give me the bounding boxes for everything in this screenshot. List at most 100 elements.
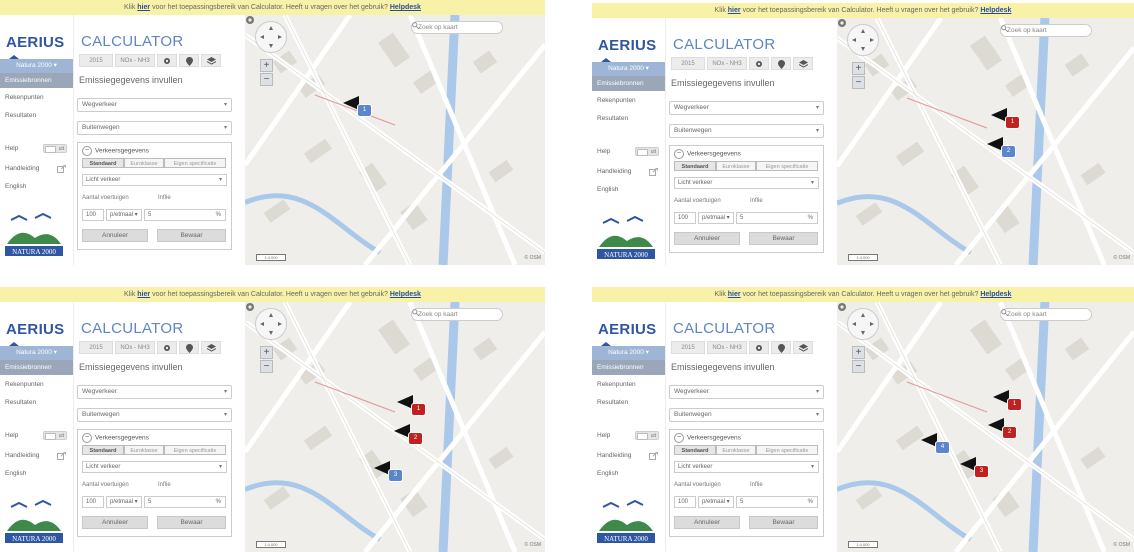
layers-button[interactable]: [793, 341, 813, 354]
nav-emissiebronnen[interactable]: Emissiebronnen: [592, 360, 665, 375]
manual-link[interactable]: Handleiding: [597, 168, 631, 175]
manual-row[interactable]: Handleiding: [597, 168, 661, 176]
banner-link[interactable]: hier: [728, 7, 741, 14]
source-marker[interactable]: 2: [408, 432, 423, 445]
map-search-input[interactable]: Zoek op kaart: [1000, 24, 1092, 37]
situation-selector[interactable]: Natura 2000 ▾: [0, 346, 73, 360]
traffic-header[interactable]: − Verkeersgegevens: [674, 433, 741, 443]
vehicle-count-input[interactable]: 100: [82, 496, 104, 508]
period-select[interactable]: p/etmaal ▾: [106, 496, 142, 508]
manual-row[interactable]: Handleiding: [5, 165, 69, 173]
share-input[interactable]: 5%: [144, 496, 226, 508]
tab-standaard[interactable]: Standaard: [82, 445, 124, 455]
helpdesk-link[interactable]: Helpdesk: [980, 7, 1011, 14]
nav-emissiebronnen[interactable]: Emissiebronnen: [0, 360, 73, 375]
helpdesk-link[interactable]: Helpdesk: [390, 4, 421, 11]
map-search-input[interactable]: Zoek op kaart: [411, 21, 503, 34]
helpdesk-link[interactable]: Helpdesk: [980, 291, 1011, 298]
zoom-in-button[interactable]: +: [852, 346, 865, 359]
save-button[interactable]: Bewaar: [157, 229, 226, 242]
location-button[interactable]: [771, 57, 791, 70]
banner-link[interactable]: hier: [728, 291, 741, 298]
tab-standaard[interactable]: Standaard: [674, 161, 716, 171]
share-input[interactable]: 5%: [144, 209, 226, 221]
tab-eigen-specificatie[interactable]: Eigen specificatie: [164, 158, 226, 168]
nav-rekenpunten[interactable]: Rekenpunten: [592, 93, 665, 108]
help-toggle[interactable]: uit: [635, 147, 659, 156]
map-view[interactable]: + − Zoek op kaart 1 1:4.000 © OSM: [245, 15, 545, 265]
nav-resultaten[interactable]: Resultaten: [0, 395, 73, 410]
layers-button[interactable]: [793, 57, 813, 70]
zoom-in-button[interactable]: +: [852, 62, 865, 75]
map-settings-icon[interactable]: [837, 302, 847, 312]
banner-link[interactable]: hier: [137, 4, 150, 11]
tab-standaard[interactable]: Standaard: [82, 158, 124, 168]
language-link[interactable]: English: [597, 470, 661, 477]
tab-euroklasse[interactable]: Eurоklasse: [124, 158, 164, 168]
substance-button[interactable]: NOx - NH3: [115, 54, 155, 67]
nav-rekenpunten[interactable]: Rekenpunten: [592, 377, 665, 392]
zoom-out-button[interactable]: −: [852, 76, 865, 89]
zoom-out-button[interactable]: −: [852, 360, 865, 373]
traffic-header[interactable]: − Verkeersgegevens: [82, 433, 149, 443]
manual-link[interactable]: Handleiding: [5, 165, 39, 172]
traffic-header[interactable]: − Verkeersgegevens: [82, 146, 149, 156]
help-toggle[interactable]: uit: [43, 431, 67, 440]
nav-emissiebronnen[interactable]: Emissiebronnen: [0, 73, 73, 88]
settings-button[interactable]: [749, 57, 769, 70]
map-view[interactable]: + − Zoek op kaart 1 2 3 4 1:4.000 © OSM: [837, 302, 1134, 552]
source-marker[interactable]: 3: [974, 465, 989, 478]
vehicle-count-input[interactable]: 100: [674, 212, 696, 224]
zoom-out-button[interactable]: −: [260, 360, 273, 373]
pan-control[interactable]: [255, 21, 287, 53]
share-input[interactable]: 5%: [736, 212, 818, 224]
map-settings-icon[interactable]: [245, 15, 255, 25]
tab-standaard[interactable]: Standaard: [674, 445, 716, 455]
pan-control[interactable]: [847, 308, 879, 340]
vehicle-type-select[interactable]: Licht verkeer ▾: [674, 461, 819, 473]
manual-row[interactable]: Handleiding: [5, 452, 69, 460]
road-type-select[interactable]: Buitenwegen ▾: [77, 408, 232, 422]
traffic-header[interactable]: − Verkeersgegevens: [674, 149, 741, 159]
layers-button[interactable]: [201, 341, 221, 354]
map-settings-icon[interactable]: [245, 302, 255, 312]
language-link[interactable]: English: [5, 183, 69, 190]
nav-resultaten[interactable]: Resultaten: [592, 111, 665, 126]
sector-select[interactable]: Wegverkeer ▾: [77, 385, 232, 399]
source-marker[interactable]: 2: [1002, 426, 1017, 439]
situation-selector[interactable]: Natura 2000 ▾: [592, 62, 665, 76]
sector-select[interactable]: Wegverkeer ▾: [77, 98, 232, 112]
language-link[interactable]: English: [597, 186, 661, 193]
road-type-select[interactable]: Buitenwegen ▾: [669, 408, 824, 422]
vehicle-count-input[interactable]: 100: [82, 209, 104, 221]
map-view[interactable]: + − Zoek op kaart 1 2 1:4.000 © OSM: [837, 18, 1134, 265]
banner-link[interactable]: hier: [137, 291, 150, 298]
source-marker[interactable]: 4: [935, 441, 950, 454]
settings-button[interactable]: [157, 341, 177, 354]
source-marker[interactable]: 1: [357, 104, 372, 117]
manual-link[interactable]: Handleiding: [5, 452, 39, 459]
period-select[interactable]: p/etmaal ▾: [698, 496, 734, 508]
road-type-select[interactable]: Buitenwegen ▾: [77, 121, 232, 135]
tab-eigen-specificatie[interactable]: Eigen specificatie: [164, 445, 226, 455]
road-type-select[interactable]: Buitenwegen ▾: [669, 124, 824, 138]
sector-select[interactable]: Wegverkeer ▾: [669, 101, 824, 115]
zoom-out-button[interactable]: −: [260, 73, 273, 86]
year-button[interactable]: 2015: [79, 54, 113, 67]
pan-control[interactable]: [255, 308, 287, 340]
source-marker[interactable]: 1: [1005, 116, 1020, 129]
map-settings-icon[interactable]: [837, 18, 847, 28]
situation-selector[interactable]: Natura 2000 ▾: [0, 59, 73, 73]
location-button[interactable]: [179, 54, 199, 67]
collapse-icon[interactable]: −: [674, 149, 684, 159]
vehicle-count-input[interactable]: 100: [674, 496, 696, 508]
substance-button[interactable]: NOx - NH3: [707, 57, 747, 70]
year-button[interactable]: 2015: [671, 341, 705, 354]
help-toggle[interactable]: uit: [635, 431, 659, 440]
location-button[interactable]: [179, 341, 199, 354]
map-view[interactable]: + − Zoek op kaart 1 2 3 1:4.000 © OSM: [245, 302, 545, 552]
nav-resultaten[interactable]: Resultaten: [592, 395, 665, 410]
cancel-button[interactable]: Annuleer: [674, 516, 740, 529]
settings-button[interactable]: [749, 341, 769, 354]
nav-rekenpunten[interactable]: Rekenpunten: [0, 377, 73, 392]
